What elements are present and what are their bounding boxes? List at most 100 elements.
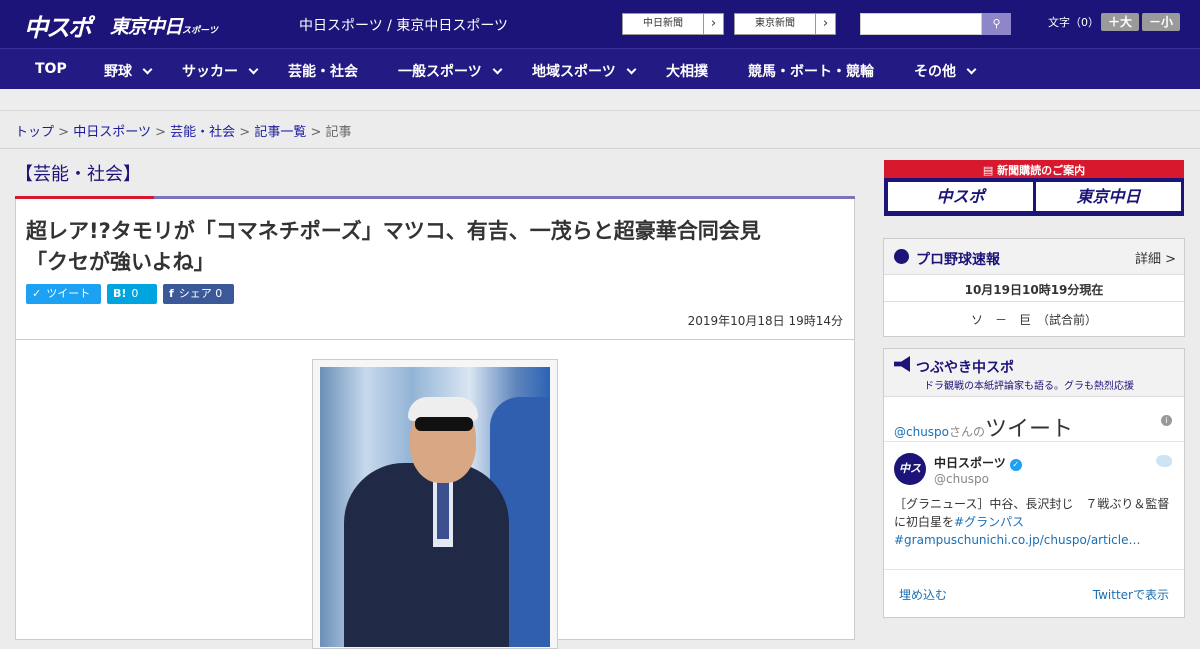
article-photo[interactable] (320, 367, 550, 647)
breadcrumb-entertainment[interactable]: 芸能・社会 (170, 125, 235, 140)
facebook-share-button[interactable]: f シェア 0 (163, 284, 234, 304)
photo-suit (344, 463, 509, 647)
author-name-text: 中日スポーツ (934, 456, 1006, 470)
headline-line1: 超レア!?タモリが「コマネチポーズ」マツコ、有吉、一茂らと超豪華合同会見 (26, 219, 761, 243)
tweet-text: ［グラニュース］中谷、長沢封じ ７戦ぶり＆監督に初白星を#グランパス #gram… (894, 495, 1176, 549)
tokyo-logo-text: 東京中日 (110, 16, 183, 38)
font-larger-button[interactable]: ＋大 (1101, 13, 1139, 31)
tweet-button[interactable]: ✓ ツイート (26, 284, 101, 304)
headline-line2: 「クセが強いよね」 (26, 250, 215, 274)
hatena-button[interactable]: B! 0 (107, 284, 157, 304)
chunichi-shimbun-button[interactable]: 中日新聞 › (622, 13, 724, 35)
timeline-user-link[interactable]: @chuspo (894, 425, 949, 439)
nav-item-general-sports[interactable]: 一般スポーツ (398, 61, 503, 81)
nav-label: 競馬・ボート・競輪 (748, 64, 874, 80)
chevron-down-icon (142, 64, 153, 75)
nav-label: 芸能・社会 (288, 64, 358, 80)
hatena-icon: B! (113, 287, 127, 300)
site-header: 中スポ 東京中日スポーツ 中日スポーツ / 東京中日スポーツ 中日新聞 › 東京… (0, 0, 1200, 48)
breadcrumb-divider (0, 148, 1200, 149)
breadcrumb-separator: > (155, 125, 166, 140)
breadcrumb-separator: > (239, 125, 251, 140)
timeline-footer-divider (884, 569, 1184, 570)
breadcrumb-top[interactable]: トップ (15, 125, 54, 140)
chevron-right-icon: › (815, 14, 835, 34)
twitter-card-subtitle: ドラ観戦の本紙評論家も語る。グラも熱烈応援 (924, 381, 1134, 392)
nav-item-baseball[interactable]: 野球 (104, 61, 153, 81)
info-icon[interactable]: i (1161, 415, 1172, 426)
score-timestamp: 10月19日10時19分現在 (964, 283, 1104, 297)
baseball-detail-link[interactable]: 詳細 > (1135, 248, 1176, 267)
twitter-card: つぶやき中スポ ドラ観戦の本紙評論家も語る。グラも熱烈応援 @chuspoさんの… (883, 348, 1185, 618)
chunichi-shimbun-label: 中日新聞 (643, 18, 683, 29)
nav-item-local-sports[interactable]: 地域スポーツ (532, 61, 637, 81)
baseball-icon (894, 249, 909, 264)
timeline-user-suffix: さんの (949, 425, 986, 439)
promo-title: ▤ 新聞購読のご案内 (884, 162, 1184, 178)
article-headline: 超レア!?タモリが「コマネチポーズ」マツコ、有吉、一茂らと超豪華合同会見 「クセ… (26, 216, 826, 278)
ad-strip (0, 89, 1200, 111)
breadcrumb-separator: > (58, 125, 70, 140)
score-row[interactable]: ソ － 巨 （試合前） (884, 311, 1184, 328)
baseball-score-card: プロ野球速報 詳細 > 10月19日10時19分現在 ソ － 巨 （試合前） (883, 238, 1185, 337)
tweet-hashtag-link[interactable]: #グランパス (954, 515, 1024, 529)
font-smaller-button[interactable]: －小 (1142, 13, 1180, 31)
hatena-count: 0 (131, 287, 139, 300)
site-title: 中日スポーツ / 東京中日スポーツ (299, 18, 509, 34)
promo-title-text: 新聞購読のご案内 (997, 164, 1086, 177)
tweet-url-link[interactable]: #grampuschunichi.co.jp/chuspo/article… (894, 533, 1140, 547)
photo-sunglasses (415, 417, 473, 431)
nav-label: 地域スポーツ (532, 64, 616, 80)
chevron-down-icon (492, 64, 503, 75)
tweet-label: ツイート (46, 287, 91, 300)
avatar[interactable]: 中スポ (894, 453, 926, 507)
baseball-card-title: プロ野球速報 (916, 252, 1000, 268)
view-on-twitter-link[interactable]: Twitterで表示 (1093, 586, 1169, 603)
breadcrumb-chuspo[interactable]: 中日スポーツ (73, 125, 151, 140)
timeline-title: ツイート (985, 417, 1074, 442)
tweet-author-handle[interactable]: @chuspo (934, 472, 989, 486)
tokyo-chunichi-logo[interactable]: 東京中日スポーツ (110, 12, 218, 39)
nav-item-keiba[interactable]: 競馬・ボート・競輪 (748, 61, 874, 81)
nav-label: その他 (914, 64, 956, 80)
chuspo-logo[interactable]: 中スポ (24, 8, 92, 43)
breadcrumb-separator: > (310, 125, 322, 140)
nav-label: 一般スポーツ (398, 64, 482, 80)
breadcrumb-current: 記事 (325, 125, 352, 140)
twitter-bird-icon[interactable] (1156, 455, 1172, 467)
nav-item-entertainment[interactable]: 芸能・社会 (288, 61, 358, 81)
embed-link[interactable]: 埋め込む (899, 586, 947, 603)
chevron-down-icon (626, 64, 637, 75)
twitter-card-header: つぶやき中スポ ドラ観戦の本紙評論家も語る。グラも熱烈応援 (884, 349, 1184, 397)
tweet-author-name[interactable]: 中日スポーツ ✓ (934, 454, 1022, 471)
nav-item-sumo[interactable]: 大相撲 (666, 61, 708, 81)
facebook-icon: f (169, 287, 174, 300)
tokyo-shimbun-button[interactable]: 東京新聞 › (734, 13, 836, 35)
main-nav: TOP 野球 サッカー 芸能・社会 一般スポーツ 地域スポーツ 大相撲 競馬・ボ… (0, 48, 1200, 89)
search-input[interactable] (860, 13, 982, 35)
twitter-icon: ✓ (32, 287, 42, 300)
promo-chuspo-button[interactable]: 中スポ (888, 182, 1033, 211)
timeline-divider (884, 441, 1184, 442)
newspaper-icon: ▤ (982, 164, 998, 177)
nav-label: サッカー (182, 64, 238, 80)
breadcrumb: トップ > 中日スポーツ > 芸能・社会 > 記事一覧 > 記事 (15, 121, 352, 140)
score-divider (884, 301, 1184, 302)
section-title: 【芸能・社会】 (15, 164, 141, 185)
nav-item-top[interactable]: TOP (35, 61, 67, 77)
font-size-label: 文字（0） (1048, 16, 1099, 29)
tokyo-logo-suffix: スポーツ (182, 26, 218, 36)
tokyo-shimbun-label: 東京新聞 (755, 18, 795, 29)
breadcrumb-article-list[interactable]: 記事一覧 (254, 125, 306, 140)
nav-label: TOP (35, 61, 67, 77)
photo-tie (437, 481, 449, 539)
nav-item-other[interactable]: その他 (914, 61, 977, 81)
promo-tokyo-button[interactable]: 東京中日 (1036, 182, 1181, 211)
article-date: 2019年10月18日 19時14分 (687, 314, 843, 328)
search-button[interactable]: ⚲ (982, 13, 1011, 35)
search-icon: ⚲ (992, 17, 1001, 30)
nav-item-soccer[interactable]: サッカー (182, 61, 259, 81)
verified-icon: ✓ (1009, 459, 1022, 471)
chevron-right-icon: › (703, 14, 723, 34)
twitter-card-title: つぶやき中スポ (916, 360, 1014, 376)
